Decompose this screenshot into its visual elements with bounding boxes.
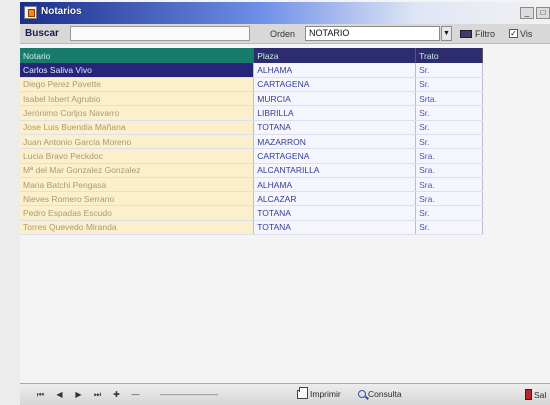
table-row[interactable]: Carlos Saliva Vivo ALHAMA Sr. [20,63,483,78]
cell-trato[interactable]: Sra. [415,191,483,207]
print-button[interactable]: Imprimir [297,386,341,399]
cell-plaza[interactable]: ALCANTARILLA [253,163,417,178]
printer-icon [297,386,308,399]
search-bar: Buscar Orden NOTARIO ▼ Filtro ✓ Vis [20,24,550,44]
cell-notario[interactable]: Juan Antonio García Moreno [20,134,255,150]
consult-button[interactable]: Consulta [358,389,402,399]
view-checkbox[interactable]: ✓ [509,29,518,38]
cell-notario[interactable]: Isabel Isbert Agrubio [20,91,255,107]
filter-icon[interactable] [460,30,472,38]
cell-trato[interactable]: Sr. [415,63,483,78]
cell-trato[interactable]: Sr. [415,205,483,221]
cell-trato[interactable]: Sr. [415,134,483,150]
cell-trato[interactable]: Sra. [415,177,483,193]
cell-trato[interactable]: Srta. [415,91,483,107]
cell-trato[interactable]: Sr. [415,105,483,121]
cell-plaza[interactable]: CARTAGENA [253,148,417,164]
table-row[interactable]: Pedro Espadas Escudo TOTANA Sr. [20,205,483,221]
cell-notario[interactable]: Pedro Espadas Escudo [20,205,255,221]
table-row[interactable]: Torres Quevedo Miranda TOTANA Sr. [20,220,483,236]
view-checkbox-label: Vis [520,29,533,39]
bottom-toolbar: ⏮ ◀ ▶ ⏭ ✚ — Imprimir Consulta Sal [20,383,550,405]
cell-notario[interactable]: Maria Batchi Pengasa [20,177,255,193]
window-controls: _ □ [520,7,550,19]
consult-button-label: Consulta [368,389,402,399]
app-icon [24,6,37,19]
cell-trato[interactable]: Sra. [415,163,483,178]
column-header-trato[interactable]: Trato [415,48,483,63]
table-row[interactable]: Mª del Mar Gonzalez Gonzalez ALCANTARILLA… [20,163,483,178]
exit-button[interactable]: Sal [525,389,546,400]
cell-plaza[interactable]: TOTANA [253,120,417,135]
cell-plaza[interactable]: CARTAGENA [253,77,417,93]
cell-notario[interactable]: Lucia Bravo Peckdoc [20,148,255,164]
cell-plaza[interactable]: MAZARRON [253,134,417,150]
print-button-label: Imprimir [310,389,341,399]
add-record-icon[interactable]: ✚ [112,390,121,400]
table-header-row: Notario Plaza Trato [20,48,483,63]
table-row[interactable]: Diego Perez Pavette CARTAGENA Sr. [20,77,483,93]
column-header-plaza[interactable]: Plaza [253,48,417,63]
cell-notario[interactable]: Carlos Saliva Vivo [20,63,255,78]
table-body: Carlos Saliva Vivo ALHAMA Sr. Diego Perez P… [20,63,483,236]
table-row[interactable]: Nieves Romero Serrano ALCAZAR Sra. [20,191,483,207]
cell-notario[interactable]: Nieves Romero Serrano [20,191,255,207]
cell-plaza[interactable]: ALCAZAR [253,191,417,207]
table-row[interactable]: Isabel Isbert Agrubio MURCIA Srta. [20,91,483,107]
table-row[interactable]: Jose Luis Buendia Mañana TOTANA Sr. [20,120,483,135]
exit-door-icon [525,389,532,400]
app-window: Notarios _ □ Buscar Orden NOTARIO ▼ Filt… [20,0,550,405]
cell-trato[interactable]: Sr. [415,77,483,93]
minimize-button[interactable]: _ [520,7,534,19]
record-navigation: ⏮ ◀ ▶ ⏭ ✚ — [36,390,140,400]
table-row[interactable]: Maria Batchi Pengasa ALHAMA Sra. [20,177,483,193]
window-title: Notarios [41,6,82,17]
search-label: Buscar [25,28,59,39]
cell-plaza[interactable]: ALHAMA [253,177,417,193]
chevron-down-icon[interactable]: ▼ [441,26,452,41]
cell-plaza[interactable]: MURCIA [253,91,417,107]
maximize-button[interactable]: □ [536,7,550,19]
search-icon [358,390,366,398]
cell-notario[interactable]: Jose Luis Buendia Mañana [20,120,255,135]
cell-plaza[interactable]: LIBRILLA [253,105,417,121]
search-input[interactable] [70,26,250,41]
cell-notario[interactable]: Torres Quevedo Miranda [20,220,255,236]
cell-plaza[interactable]: ALHAMA [253,63,417,78]
cell-notario[interactable]: Mª del Mar Gonzalez Gonzalez [20,163,255,178]
table-row[interactable]: Jerónimo Corljos Navarro LIBRILLA Sr. [20,105,483,121]
cell-plaza[interactable]: TOTANA [253,205,417,221]
last-record-icon[interactable]: ⏭ [93,390,102,400]
filter-button-label[interactable]: Filtro [475,29,495,39]
record-slider[interactable] [160,394,218,396]
column-header-notario[interactable]: Notario [20,48,255,63]
cell-trato[interactable]: Sra. [415,148,483,164]
cell-trato[interactable]: Sr. [415,120,483,135]
first-record-icon[interactable]: ⏮ [36,390,45,400]
delete-record-icon[interactable]: — [131,390,140,400]
cell-plaza[interactable]: TOTANA [253,220,417,236]
exit-button-label: Sal [534,389,547,400]
title-bar[interactable]: Notarios _ □ [20,2,550,24]
cell-trato[interactable]: Sr. [415,220,483,236]
notarios-table: Notario Plaza Trato Carlos Saliva Vivo AL… [20,48,483,236]
order-label: Orden [270,29,296,39]
cell-notario[interactable]: Jerónimo Corljos Navarro [20,105,255,121]
table-row[interactable]: Juan Antonio García Moreno MAZARRON Sr. [20,134,483,150]
order-select[interactable]: NOTARIO [305,26,440,41]
table-row[interactable]: Lucia Bravo Peckdoc CARTAGENA Sra. [20,148,483,164]
next-record-icon[interactable]: ▶ [74,390,83,400]
previous-record-icon[interactable]: ◀ [55,390,64,400]
cell-notario[interactable]: Diego Perez Pavette [20,77,255,93]
